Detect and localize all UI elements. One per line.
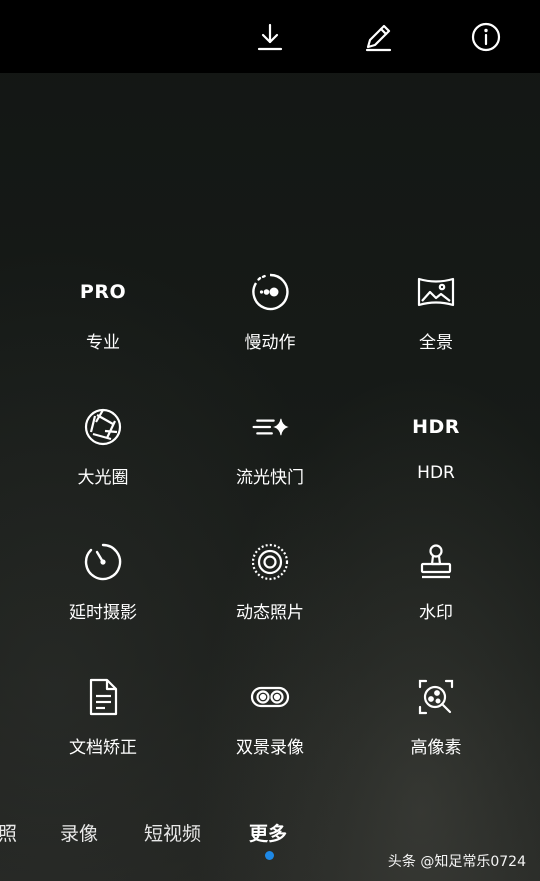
mode-tab-more[interactable]: 更多 [249, 819, 287, 846]
mode-slow-motion[interactable]: 慢动作 [190, 262, 350, 382]
mode-moving-picture[interactable]: 动态照片 [190, 532, 350, 652]
mode-document[interactable]: 文档矫正 [23, 667, 183, 787]
mode-label: 文档矫正 [69, 738, 137, 758]
mode-label: 全景 [419, 333, 453, 353]
mode-hdr[interactable]: HDR HDR [356, 397, 516, 517]
mode-label: 高像素 [410, 738, 462, 758]
slow-motion-icon [248, 270, 292, 314]
mode-label: 慢动作 [244, 333, 296, 353]
mode-label: 动态照片 [236, 603, 304, 623]
mode-tab-video[interactable]: 录像 [60, 819, 98, 846]
light-painting-icon [248, 405, 292, 449]
mode-label: 专业 [86, 333, 120, 353]
top-toolbar [0, 0, 540, 73]
mode-pro[interactable]: PRO 专业 [23, 262, 183, 382]
mode-timelapse[interactable]: 延时摄影 [23, 532, 183, 652]
mode-label: HDR [417, 463, 455, 483]
panorama-icon [414, 270, 458, 314]
document-icon [81, 675, 125, 719]
high-res-icon [414, 675, 458, 719]
pro-text-icon: PRO [79, 281, 127, 303]
mode-high-res[interactable]: 高像素 [356, 667, 516, 787]
stamp-icon [414, 540, 458, 584]
watermark-text: 头条 @知足常乐0724 [387, 854, 526, 870]
edit-icon[interactable] [359, 18, 397, 56]
mode-panorama[interactable]: 全景 [356, 262, 516, 382]
dual-view-icon [248, 675, 292, 719]
download-icon[interactable] [251, 18, 289, 56]
timelapse-icon [81, 540, 125, 584]
info-icon[interactable] [467, 18, 505, 56]
active-mode-indicator [265, 851, 274, 860]
mode-label: 水印 [419, 603, 453, 623]
hdr-text-icon: HDR [412, 416, 460, 438]
mode-label: 延时摄影 [69, 603, 137, 623]
mode-label: 大光圈 [77, 468, 129, 488]
mode-label: 流光快门 [236, 468, 304, 488]
mode-watermark[interactable]: 水印 [356, 532, 516, 652]
mode-switcher: 照 录像 短视频 更多 [0, 815, 540, 855]
mode-light-painting[interactable]: 流光快门 [190, 397, 350, 517]
mode-aperture[interactable]: 大光圈 [23, 397, 183, 517]
aperture-icon [81, 405, 125, 449]
mode-label: 双景录像 [236, 738, 304, 758]
mode-tab-short-video[interactable]: 短视频 [144, 819, 201, 846]
mode-tab-photo[interactable]: 照 [0, 819, 17, 846]
moving-picture-icon [248, 540, 292, 584]
mode-dual-view[interactable]: 双景录像 [190, 667, 350, 787]
